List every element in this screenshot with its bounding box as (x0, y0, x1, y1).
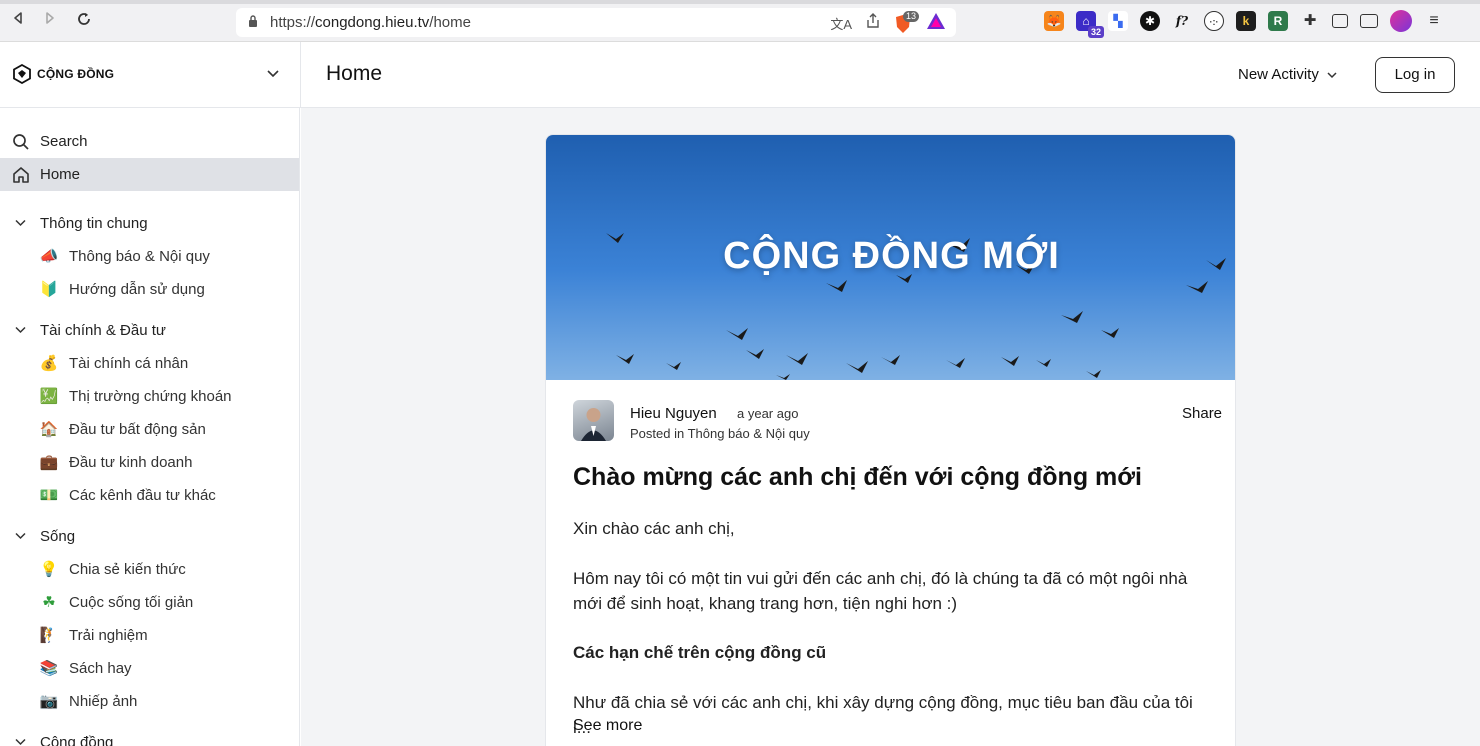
author-avatar[interactable] (573, 400, 614, 441)
extension-function-icon[interactable]: f? (1172, 11, 1192, 31)
chevron-down-icon (1327, 71, 1337, 78)
camera-icon: 📷 (39, 692, 59, 710)
new-activity-label: New Activity (1238, 66, 1319, 83)
brave-rewards-icon[interactable] (926, 12, 946, 35)
metamask-icon[interactable]: 🦊 (1044, 11, 1064, 31)
sidebar-section-thong-tin-chung[interactable]: Thông tin chung (0, 209, 299, 239)
extension-circle-icon[interactable]: ·:· (1204, 11, 1224, 31)
lock-icon (249, 15, 257, 27)
translate-icon[interactable]: 文A (830, 14, 852, 33)
sidebar-item-cuoc-song-toi-gian[interactable]: ☘ Cuộc sống tối giản (0, 588, 299, 618)
sidebar-item-chung-khoan[interactable]: 💹 Thị trường chứng khoán (0, 382, 299, 412)
sidebar: Search Home Thông tin chung 📣 Thông báo … (0, 108, 300, 746)
author-name[interactable]: Hieu Nguyen (630, 405, 717, 422)
post-title[interactable]: Chào mừng các anh chị đến với cộng đồng … (573, 463, 1142, 492)
extension-icon[interactable]: ⌂ 32 (1076, 11, 1104, 38)
extension-star-icon[interactable]: ✱ (1140, 11, 1160, 31)
lightbulb-icon: 💡 (39, 560, 59, 578)
puzzle-icon[interactable]: ✚ (1300, 11, 1320, 31)
sidebar-item-sach-hay[interactable]: 📚 Sách hay (0, 654, 299, 684)
forward-icon[interactable] (40, 11, 60, 31)
chevron-down-icon (15, 219, 26, 227)
sidebar-item-kenh-dau-tu-khac[interactable]: 💵 Các kênh đầu tư khác (0, 481, 299, 511)
wallet-icon[interactable] (1360, 14, 1378, 28)
extension-blocks-icon[interactable]: ▚ (1108, 11, 1128, 31)
post-subheading: Các hạn chế trên cộng đồng cũ (573, 643, 827, 662)
sidebar-item-home[interactable]: Home (0, 158, 299, 191)
post-banner-image: CỘNG ĐỒNG MỚI (546, 135, 1235, 380)
post-body-excerpt: Như đã chia sẻ với các anh chị, khi xây … (573, 693, 1193, 737)
sidebar-item-kinh-doanh[interactable]: 💼 Đầu tư kinh doanh (0, 448, 299, 478)
clover-icon: ☘ (42, 593, 56, 611)
chevron-down-icon[interactable] (266, 66, 280, 80)
tab-strip (0, 0, 1480, 4)
banner-title: CỘNG ĐỒNG MỚI (723, 235, 1060, 277)
books-icon: 📚 (39, 659, 59, 677)
profile-avatar-icon[interactable] (1390, 10, 1412, 32)
money-bag-icon: 💰 (39, 354, 59, 372)
logo-icon (13, 64, 31, 84)
sidebar-item-nhiep-anh[interactable]: 📷 Nhiếp ảnh (0, 687, 299, 717)
sidebar-section-tai-chinh[interactable]: Tài chính & Đầu tư (0, 316, 299, 346)
app-header: CỘNG ĐỒNG Home New Activity Log in (0, 42, 1480, 108)
chevron-down-icon (15, 738, 26, 746)
guide-icon: 🔰 (39, 280, 59, 298)
post-category[interactable]: Posted in Thông báo & Nội quy (630, 426, 810, 441)
extension-r-icon[interactable]: R (1268, 11, 1288, 31)
chart-icon: 💹 (39, 387, 59, 405)
page-title: Home (326, 62, 383, 85)
main-content: CỘNG ĐỒNG MỚI Hieu Nguyen a year ago Pos… (301, 108, 1480, 746)
address-bar[interactable]: https://congdong.hieu.tv/home 文A 13 (236, 8, 956, 37)
sidebar-section-song[interactable]: Sống (0, 522, 299, 552)
reload-icon[interactable] (74, 11, 94, 31)
extension-k-icon[interactable]: k (1236, 11, 1256, 31)
share-page-icon[interactable] (866, 13, 880, 34)
post-body-paragraph: Hôm nay tôi có một tin vui gửi đến các a… (573, 569, 1188, 613)
sidebar-section-cong-dong[interactable]: Cộng đồng (0, 728, 299, 746)
post-time: a year ago (737, 406, 799, 421)
browser-toolbar: https://congdong.hieu.tv/home 文A 13 🦊 ⌂ 3… (0, 0, 1480, 42)
search-icon (13, 134, 29, 150)
back-icon[interactable] (8, 11, 28, 31)
sidebar-item-chia-se-kien-thuc[interactable]: 💡 Chia sẻ kiến thức (0, 555, 299, 585)
briefcase-icon: 💼 (39, 453, 59, 471)
chevron-down-icon (15, 326, 26, 334)
megaphone-icon: 📣 (39, 247, 59, 265)
cash-icon: 💵 (39, 486, 59, 504)
community-logo[interactable]: CỘNG ĐỒNG (12, 64, 114, 84)
sidebar-toggle-icon[interactable] (1332, 14, 1348, 28)
house-icon: 🏠 (39, 420, 59, 438)
sidebar-item-huong-dan[interactable]: 🔰 Hướng dẫn sử dụng (0, 275, 299, 305)
login-button[interactable]: Log in (1375, 57, 1455, 93)
see-more-link[interactable]: See more (573, 717, 642, 735)
header-divider (300, 42, 301, 108)
url-text: https://congdong.hieu.tv/home (270, 14, 471, 31)
new-activity-dropdown[interactable]: New Activity (1238, 66, 1337, 83)
brave-shield-icon[interactable]: 13 (894, 10, 920, 34)
sidebar-item-thong-bao[interactable]: 📣 Thông báo & Nội quy (0, 242, 299, 272)
chevron-down-icon (15, 532, 26, 540)
share-button[interactable]: Share (1182, 405, 1222, 422)
sidebar-item-bat-dong-san[interactable]: 🏠 Đầu tư bất động sản (0, 415, 299, 445)
post-card[interactable]: CỘNG ĐỒNG MỚI Hieu Nguyen a year ago Pos… (545, 134, 1236, 746)
menu-icon[interactable]: ≡ (1424, 11, 1444, 31)
post-greeting: Xin chào các anh chị, (573, 519, 735, 538)
sidebar-search[interactable]: Search (0, 125, 299, 158)
sidebar-item-tai-chinh-ca-nhan[interactable]: 💰 Tài chính cá nhân (0, 349, 299, 379)
home-icon (13, 167, 29, 183)
sidebar-item-trai-nghiem[interactable]: 🧗 Trải nghiệm (0, 621, 299, 651)
climber-icon: 🧗 (39, 626, 59, 644)
